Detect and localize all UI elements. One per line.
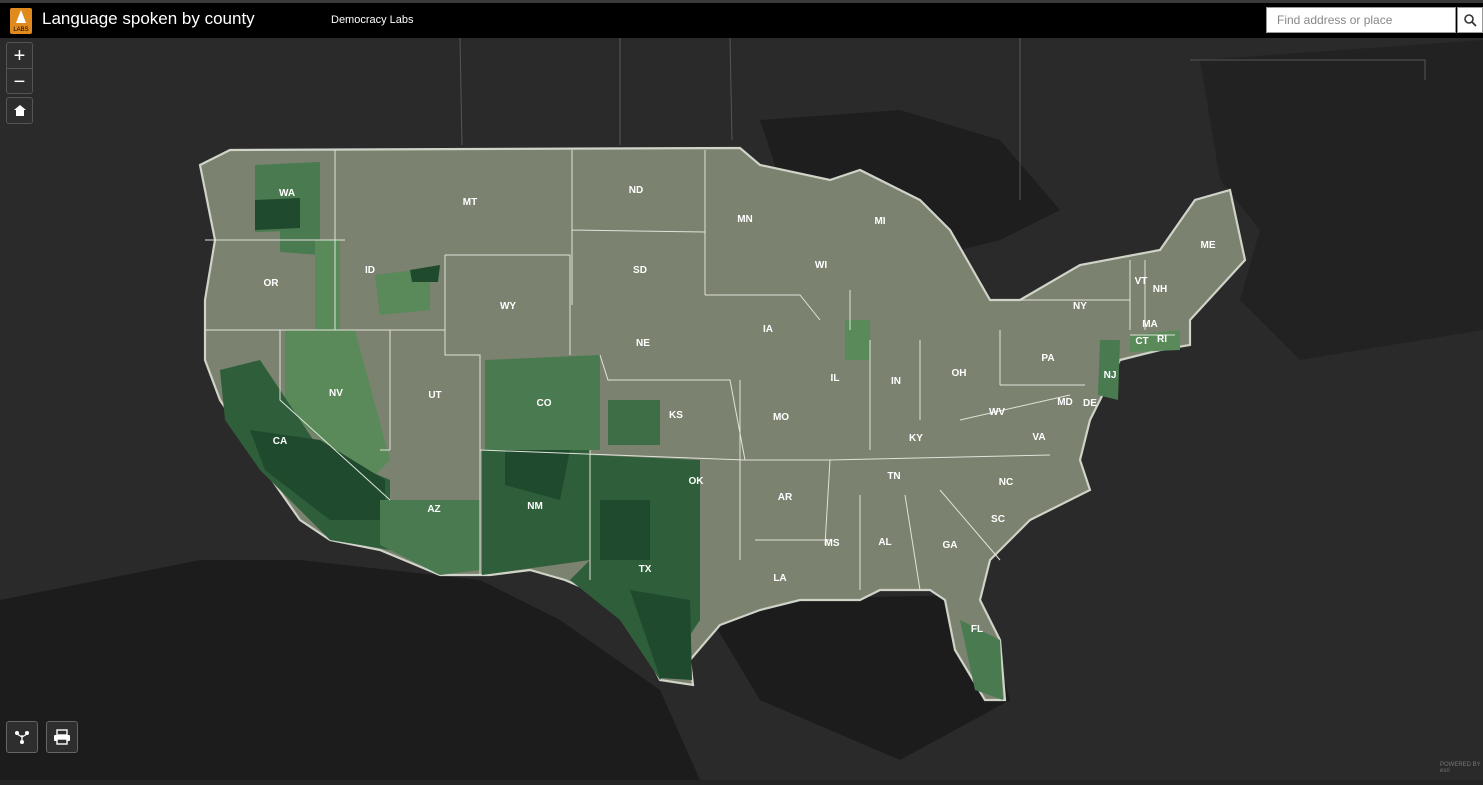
state-label-de: DE xyxy=(1083,398,1097,409)
state-label-pa: PA xyxy=(1041,353,1054,364)
state-label-ga: GA xyxy=(943,540,958,551)
state-label-ks: KS xyxy=(669,410,683,421)
search-button[interactable] xyxy=(1457,7,1483,33)
print-button[interactable] xyxy=(46,721,78,753)
state-label-mi: MI xyxy=(874,216,885,227)
state-label-wy: WY xyxy=(500,301,516,312)
state-label-ca: CA xyxy=(273,436,287,447)
state-label-fl: FL xyxy=(971,624,983,635)
zoom-out-button[interactable]: − xyxy=(7,68,32,94)
state-label-tx: TX xyxy=(639,564,652,575)
state-label-ia: IA xyxy=(763,324,773,335)
map-canvas: WA MT ND MN MI ME OR ID SD WI VT NH NY M… xyxy=(0,37,1483,780)
printer-icon xyxy=(54,729,70,745)
state-label-md: MD xyxy=(1057,397,1073,408)
state-label-ms: MS xyxy=(825,538,840,549)
attribution: POWERED BY esri xyxy=(1440,762,1481,774)
state-label-ky: KY xyxy=(909,433,923,444)
state-label-in: IN xyxy=(891,376,901,387)
app-logo: LABS xyxy=(10,8,32,34)
state-label-sc: SC xyxy=(991,514,1005,525)
state-label-mo: MO xyxy=(773,412,789,423)
app-subtitle: Democracy Labs xyxy=(331,14,414,26)
state-label-ut: UT xyxy=(428,390,441,401)
state-label-or: OR xyxy=(264,278,280,289)
state-label-sd: SD xyxy=(633,265,647,276)
state-label-ma: MA xyxy=(1142,319,1158,330)
state-label-mn: MN xyxy=(737,214,753,225)
state-label-wv: WV xyxy=(989,407,1005,418)
state-label-ny: NY xyxy=(1073,301,1087,312)
state-label-ct: CT xyxy=(1135,336,1148,347)
state-label-nj: NJ xyxy=(1104,370,1117,381)
map-view[interactable]: WA MT ND MN MI ME OR ID SD WI VT NH NY M… xyxy=(0,37,1483,780)
home-button[interactable] xyxy=(6,97,33,124)
home-icon xyxy=(13,105,26,116)
state-label-ne: NE xyxy=(636,338,650,349)
logo-icon xyxy=(16,10,26,23)
state-label-mt: MT xyxy=(463,197,477,208)
share-icon xyxy=(15,731,29,744)
state-label-al: AL xyxy=(878,537,891,548)
app-title: Language spoken by county xyxy=(42,9,255,28)
state-label-oh: OH xyxy=(952,368,967,379)
state-label-nh: NH xyxy=(1153,284,1167,295)
state-label-nv: NV xyxy=(329,388,343,399)
state-label-nd: ND xyxy=(629,185,643,196)
state-label-tn: TN xyxy=(887,471,900,482)
state-label-il: IL xyxy=(831,373,840,384)
state-label-la: LA xyxy=(773,573,786,584)
state-label-ar: AR xyxy=(778,492,793,503)
state-label-wi: WI xyxy=(815,260,827,271)
zoom-control: + − xyxy=(6,42,33,94)
state-label-me: ME xyxy=(1201,240,1216,251)
state-label-wa: WA xyxy=(279,188,295,199)
share-button[interactable] xyxy=(6,721,38,753)
state-label-nc: NC xyxy=(999,477,1013,488)
search-icon xyxy=(1463,13,1477,27)
state-label-ok: OK xyxy=(689,476,705,487)
search-input[interactable] xyxy=(1266,7,1456,33)
state-label-va: VA xyxy=(1032,432,1045,443)
app-header: LABS Language spoken by county Democracy… xyxy=(0,0,1483,38)
state-label-ri: RI xyxy=(1157,334,1167,345)
state-label-az: AZ xyxy=(427,504,440,515)
zoom-in-button[interactable]: + xyxy=(7,43,32,68)
state-label-co: CO xyxy=(537,398,552,409)
logo-text: LABS xyxy=(13,27,29,33)
state-label-nm: NM xyxy=(527,501,543,512)
state-label-vt: VT xyxy=(1135,276,1148,287)
state-label-id: ID xyxy=(365,265,375,276)
